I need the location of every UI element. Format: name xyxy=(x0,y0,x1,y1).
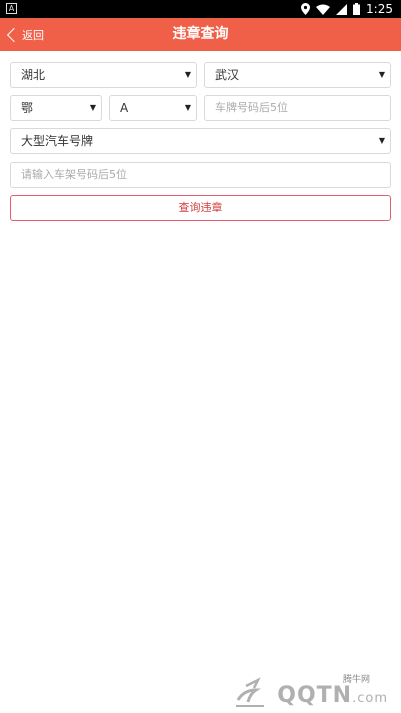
dropdown-arrow-icon: ▼ xyxy=(378,136,385,145)
province-select[interactable]: 湖北 ▼ xyxy=(10,62,197,88)
city-value: 武汉 xyxy=(215,68,240,82)
qqtn-logo-icon xyxy=(236,677,264,707)
back-label: 返回 xyxy=(22,28,44,42)
status-bar: A 1:25 xyxy=(0,0,401,18)
frame-number-input[interactable]: 请输入车架号码后5位 xyxy=(10,162,391,188)
a-icon: A xyxy=(6,3,17,14)
plate-letter-select[interactable]: A ▼ xyxy=(109,95,197,121)
plate-letter-value: A xyxy=(120,101,129,115)
status-time: 1:25 xyxy=(366,2,393,16)
dropdown-arrow-icon: ▼ xyxy=(184,70,191,79)
dropdown-arrow-icon: ▼ xyxy=(378,70,385,79)
vehicle-type-value: 大型汽车号牌 xyxy=(21,134,94,148)
watermark-suffix: .com xyxy=(352,691,388,706)
dropdown-arrow-icon: ▼ xyxy=(184,103,191,112)
dropdown-arrow-icon: ▼ xyxy=(89,103,96,112)
chevron-left-icon xyxy=(6,27,22,42)
watermark-brand: QQTN.com xyxy=(277,683,388,708)
page-title: 违章查询 xyxy=(172,26,229,42)
signal-icon xyxy=(336,3,348,15)
title-bar: 返回 违章查询 xyxy=(0,18,401,51)
plate-number-input[interactable]: 车牌号码后5位 xyxy=(204,95,391,121)
location-icon xyxy=(301,3,311,15)
plate-prefix-value: 鄂 xyxy=(21,101,34,115)
watermark: 腾牛网 QQTN.com xyxy=(234,672,394,710)
vehicle-type-select[interactable]: 大型汽车号牌 ▼ xyxy=(10,128,391,154)
frame-number-placeholder: 请输入车架号码后5位 xyxy=(21,168,127,181)
plate-number-placeholder: 车牌号码后5位 xyxy=(215,101,288,114)
query-violations-button[interactable]: 查询违章 xyxy=(10,195,391,221)
plate-prefix-select[interactable]: 鄂 ▼ xyxy=(10,95,102,121)
status-icons: 1:25 xyxy=(301,0,393,18)
city-select[interactable]: 武汉 ▼ xyxy=(204,62,391,88)
back-button[interactable]: 返回 xyxy=(6,18,44,51)
wifi-icon xyxy=(316,4,331,15)
battery-icon xyxy=(353,3,361,15)
province-value: 湖北 xyxy=(21,68,46,82)
watermark-brand-text: QQTN xyxy=(277,683,353,708)
